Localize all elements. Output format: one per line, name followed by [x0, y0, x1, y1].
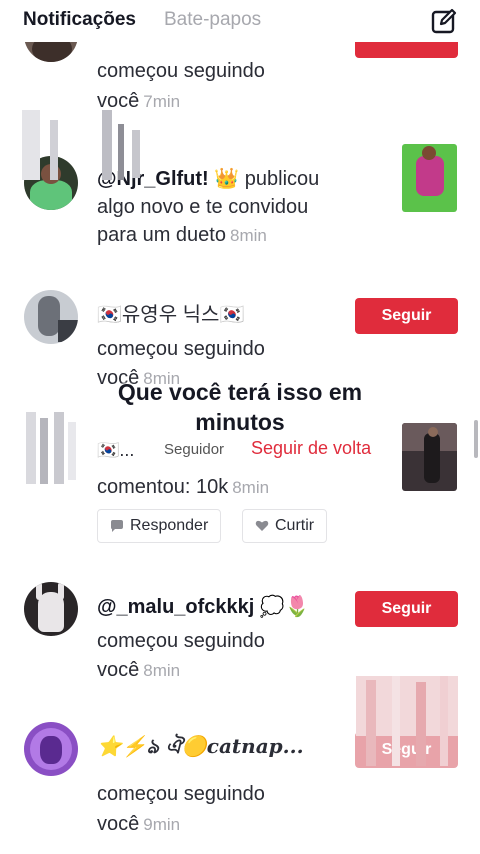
notification-text: começou seguindo [97, 338, 265, 360]
heart-icon [255, 520, 269, 531]
like-label: Curtir [275, 517, 315, 534]
compose-icon[interactable] [430, 7, 458, 35]
timestamp: 8min [232, 478, 270, 497]
notification-text: você [97, 90, 140, 112]
reply-label: Responder [130, 517, 209, 534]
caption-line: minutos [195, 409, 285, 435]
timestamp: 8min [143, 661, 181, 680]
notification-text: publicou [244, 168, 320, 190]
notification-text: começou seguindo [97, 783, 265, 805]
notification-text: comentou: 10k [97, 476, 229, 498]
reply-button[interactable]: Responder [97, 509, 222, 543]
like-button[interactable]: Curtir [242, 509, 328, 543]
tab-notificacoes[interactable]: Notificações [23, 9, 136, 31]
video-caption-overlay: Que você terá isso em minutos [0, 377, 480, 437]
notification-text: para um dueto [97, 224, 226, 246]
notification-text: começou seguindo [97, 60, 265, 82]
video-thumbnail[interactable] [402, 144, 457, 212]
cloud-icon: 💭 [259, 596, 285, 618]
header: Notificações Bate-papos [0, 0, 480, 42]
timestamp: 7min [143, 92, 181, 111]
notification-text: algo novo e te convidou [97, 196, 309, 218]
tab-bate-papos[interactable]: Bate-papos [164, 9, 261, 31]
follow-button[interactable]: Seguir [355, 591, 458, 627]
follow-back-link[interactable]: Seguir de volta [251, 438, 371, 459]
username-link[interactable]: @_malu_ofckkkj [97, 596, 254, 618]
caption-line: Que você terá isso em [117, 379, 363, 405]
pixelation-overlay [356, 676, 458, 766]
username-link[interactable]: 🇰🇷... [97, 440, 134, 461]
notification-text: você [97, 813, 140, 835]
timestamp: 9min [143, 815, 181, 834]
avatar[interactable] [24, 722, 78, 776]
timestamp: 8min [229, 226, 267, 245]
follow-button[interactable]: Seguir [355, 298, 458, 334]
crown-icon: 👑 [214, 168, 240, 190]
chat-bubble-icon [111, 520, 123, 532]
avatar[interactable] [24, 582, 78, 636]
avatar[interactable] [24, 290, 78, 344]
rose-icon: 🌷 [284, 596, 310, 618]
pixelation-overlay [22, 110, 152, 180]
username-link[interactable]: 🇰🇷유영우 닉스🇰🇷 [97, 298, 244, 327]
username-link[interactable]: ⭐⚡ঌ ঐ🟡catnap... [97, 732, 304, 765]
notification-text: começou seguindo [97, 630, 265, 652]
follower-badge: Seguidor [164, 441, 225, 458]
notification-text: você [97, 659, 140, 681]
